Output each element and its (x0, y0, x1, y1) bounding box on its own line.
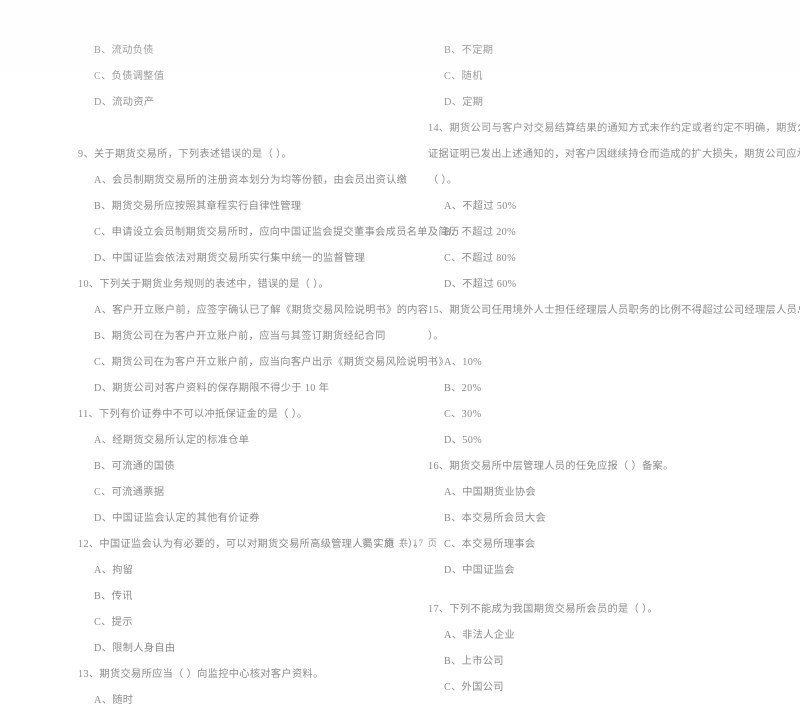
option-item: A、会员制期货交易所的注册资本划分为均等份额，由会员出资认缴 (94, 175, 408, 186)
question-14: 14、期货公司与客户对交易结算结果的通知方式未作约定或者约定不明确，期货公司未能… (428, 116, 800, 298)
question-stem: 9、关于期货交易所，下列表述错误的是（ ）。 (78, 149, 292, 160)
option-item: D、定期 (444, 97, 484, 108)
question-11: 11、下列有价证券中不可以冲抵保证金的是（ ）。 A、经期货交易所认定的标准仓单… (78, 402, 390, 532)
question-stem: 13、期货交易所应当（ ）向监控中心核对客户资料。 (78, 669, 324, 680)
option-item: A、拘留 (94, 565, 134, 576)
option-item: B、传讯 (94, 591, 133, 602)
option-item: B、不定期 (444, 45, 494, 56)
block-gap (428, 584, 782, 597)
option-item: D、不超过 60% (444, 279, 517, 290)
question-stem-line: 证据证明已发出上述通知的，对客户因继续持仓而造成的扩大损失，期货公司应承担的赔偿… (428, 149, 800, 160)
question-stem-line: 17、下列不能成为我国期货交易所会员的是（ ）。 (428, 604, 658, 615)
question-13: 13、期货交易所应当（ ）向监控中心核对客户资料。 A、随时 (78, 662, 390, 714)
page-footer: 第 2 页 共 17 页 (361, 538, 439, 548)
block-gap (78, 116, 390, 142)
option-item: A、客户开立账户前，应签字确认已了解《期货交易风险说明书》的内容 (94, 305, 429, 316)
question-9: 9、关于期货交易所，下列表述错误的是（ ）。 A、会员制期货交易所的注册资本划分… (78, 142, 460, 272)
option-item: B、期货交易所应按照其章程实行自律性管理 (94, 201, 302, 212)
option-item: B、上市公司 (444, 656, 504, 667)
question-17: 17、下列不能成为我国期货交易所会员的是（ ）。 A、非法人企业 B、上市公司 … (428, 597, 782, 701)
option-item: B、本交易所会员大会 (444, 513, 546, 524)
option-item: A、不超过 50% (444, 201, 517, 212)
question-stem-line: （ ）。 (428, 175, 458, 186)
option-item: C、负债调整值 (94, 71, 165, 82)
option-item: B、可流通的国债 (94, 461, 175, 472)
option-item: C、30% (444, 409, 482, 420)
question-stem-line: ）。 (428, 331, 444, 342)
option-item: D、50% (444, 435, 482, 446)
question-stem: 11、下列有价证券中不可以冲抵保证金的是（ ）。 (78, 409, 308, 420)
option-item: A、非法人企业 (444, 630, 515, 641)
question-12: 12、中国证监会认为有必要的，可以对期货交易所高级管理人员实施（ ）。 A、拘留… (78, 532, 424, 662)
option-item: B、20% (444, 383, 482, 394)
option-item: C、外国公司 (444, 682, 504, 693)
option-item: C、随机 (444, 71, 483, 82)
question-stem: 10、下列关于期货业务规则的表述中，错误的是（ ）。 (78, 279, 330, 290)
option-item: D、流动资产 (94, 97, 155, 108)
option-item: A、10% (444, 357, 482, 368)
question-10: 10、下列关于期货业务规则的表述中，错误的是（ ）。 A、客户开立账户前，应签字… (78, 272, 449, 402)
option-item: B、不超过 20% (444, 227, 516, 238)
option-item: A、随时 (94, 695, 134, 706)
question-stem-line: 15、期货公司任用境外人士担任经理层人员职务的比例不得超过公司经理层人员总数的（ (428, 305, 800, 316)
option-item: C、提示 (94, 617, 133, 628)
option-item: C、可流通票据 (94, 487, 165, 498)
two-column-body: B、流动负债 C、负债调整值 D、流动资产 9、关于期货交易所，下列表述错误的是… (0, 0, 800, 706)
option-item: A、中国期货业协会 (444, 487, 537, 498)
exam-page: B、流动负债 C、负债调整值 D、流动资产 9、关于期货交易所，下列表述错误的是… (0, 0, 800, 706)
right-column: B、不定期 C、随机 D、定期 14、期货公司与客户对交易结算结果的通知方式未作… (400, 0, 800, 693)
option-item: D、中国证监会认定的其他有价证券 (94, 513, 260, 524)
option-item: D、期货公司对客户资料的保存期限不得少于 10 年 (94, 383, 330, 394)
option-item: C、不超过 80% (444, 253, 516, 264)
question-stem-line: 16、期货交易所中层管理人员的任免应报（ ）备案。 (428, 461, 674, 472)
option-item: D、中国证监会依法对期货交易所实行集中统一的监督管理 (94, 253, 366, 264)
option-item: B、期货公司在为客户开立账户前，应当与其签订期货经纪合同 (94, 331, 386, 342)
option-item: A、经期货交易所认定的标准仓单 (94, 435, 250, 446)
question-15: 15、期货公司任用境外人士担任经理层人员职务的比例不得超过公司经理层人员总数的（… (428, 298, 800, 454)
option-item: D、限制人身自由 (94, 643, 176, 654)
question-stem-line: 14、期货公司与客户对交易结算结果的通知方式未作约定或者约定不明确，期货公司未能… (428, 123, 800, 134)
left-column: B、流动负债 C、负债调整值 D、流动资产 9、关于期货交易所，下列表述错误的是… (0, 0, 460, 706)
option-item: D、中国证监会 (444, 565, 515, 576)
option-item: C、申请设立会员制期货交易所时，应向中国证监会提交董事会成员名单及简历 (94, 227, 460, 238)
option-item: C、期货公司在为客户开立账户前，应当向客户出示《期货交易风险说明书》 (94, 357, 449, 368)
option-item: B、流动负债 (94, 45, 154, 56)
